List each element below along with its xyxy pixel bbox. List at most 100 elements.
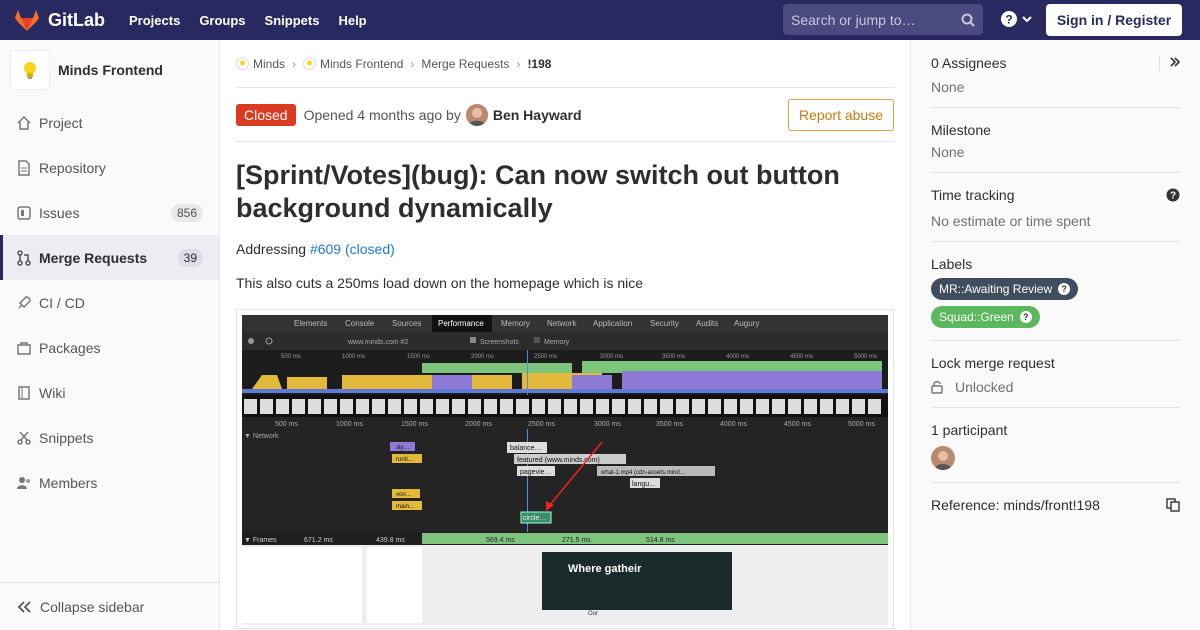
- frame-duration-label: 514.8 ms: [646, 537, 675, 544]
- participant-avatar[interactable]: [931, 446, 955, 470]
- mr-description-line2: This also cuts a 250ms load down on the …: [236, 275, 644, 291]
- question-circle-icon[interactable]: ?: [1166, 188, 1180, 202]
- addressing-text: Addressing: [236, 241, 307, 257]
- req-label: balance…: [510, 445, 542, 452]
- sidebar-item-label: Members: [39, 474, 98, 491]
- doc-icon: [16, 159, 32, 176]
- breadcrumb-minds[interactable]: Minds: [236, 57, 285, 71]
- timeline-tick-label: 500 ms: [275, 421, 298, 428]
- reference-block: Reference: minds/front!198: [931, 483, 1180, 513]
- issue-link[interactable]: #609 (closed): [310, 241, 395, 257]
- mr-status-row: Closed Opened 4 months ago by Ben Haywar…: [236, 88, 894, 142]
- mr-description-line1: Addressing #609 (closed): [236, 241, 894, 257]
- filmstrip-frame: [372, 399, 385, 414]
- sidebar-item-members[interactable]: Members: [0, 460, 219, 505]
- label-text: Squad::Green: [939, 310, 1014, 324]
- label-awaiting-review[interactable]: MR::Awaiting Review?: [931, 278, 1079, 300]
- sidebar-item-packages[interactable]: Packages: [0, 325, 219, 370]
- gitlab-tanuki-icon: [15, 10, 39, 31]
- milestone-value: None: [931, 144, 965, 160]
- breadcrumb-mr-id[interactable]: !198: [527, 57, 551, 71]
- filmstrip-frame: [692, 399, 705, 414]
- filmstrip-frame: [244, 399, 257, 414]
- help-dropdown[interactable]: ?: [1000, 10, 1033, 28]
- network-section-label: ▼ Network: [244, 433, 279, 440]
- mr-title: [Sprint/Votes](bug): Can now switch out …: [236, 160, 840, 223]
- overview-tick-label: 1500 ms: [407, 354, 430, 360]
- question-icon: ?: [1019, 311, 1032, 323]
- devtools-tab: Application: [593, 319, 632, 328]
- filmstrip-frame: [740, 399, 753, 414]
- frame-sub: Our: [588, 611, 598, 617]
- devtools-tab: Network: [547, 319, 577, 328]
- sidebar-item-merge-requests[interactable]: Merge Requests 39: [0, 235, 219, 280]
- filmstrip-frame: [340, 399, 353, 414]
- sidebar-item-project[interactable]: Project: [0, 100, 219, 145]
- right-sidebar: 0 Assignees None Milestone None Time tra…: [910, 40, 1200, 630]
- collapse-sidebar-button[interactable]: Collapse sidebar: [0, 582, 219, 630]
- embedded-screenshot[interactable]: Elements Console Sources Performance Memory N…: [236, 309, 894, 629]
- copy-icon[interactable]: [1166, 498, 1180, 512]
- sidebar-item-repository[interactable]: Repository: [0, 145, 219, 190]
- search-input[interactable]: Search or jump to…: [783, 4, 983, 35]
- svg-text:?: ?: [1005, 13, 1012, 27]
- timeline-tick-label: 4000 ms: [720, 421, 747, 428]
- sidebar-item-ci-cd[interactable]: CI / CD: [0, 280, 219, 325]
- filmstrip-frame: [356, 399, 369, 414]
- project-header[interactable]: Minds Frontend: [0, 40, 219, 100]
- filmstrip-frame: [660, 399, 673, 414]
- devtools-tab: Memory: [501, 319, 530, 328]
- timeline-tick-label: 1000 ms: [336, 421, 363, 428]
- report-abuse-button[interactable]: Report abuse: [787, 98, 894, 131]
- author-avatar[interactable]: [465, 103, 488, 126]
- lightbulb-icon: [24, 62, 36, 79]
- overview-tick-label: 4500 ms: [790, 354, 813, 360]
- sidebar-item-issues[interactable]: Issues 856: [0, 190, 219, 235]
- sidebar-item-snippets[interactable]: Snippets: [0, 415, 219, 460]
- nav-projects[interactable]: Projects: [129, 13, 180, 28]
- filmstrip-frame: [724, 399, 737, 414]
- top-navbar: GitLab Projects Groups Snippets Help Sea…: [0, 0, 1200, 40]
- filmstrip-frame: [420, 399, 433, 414]
- breadcrumb-merge-requests[interactable]: Merge Requests: [421, 57, 509, 71]
- filmstrip-frame: [532, 399, 545, 414]
- gitlab-logo[interactable]: GitLab: [14, 8, 114, 32]
- nav-help[interactable]: Help: [338, 13, 366, 28]
- project-name: Minds Frontend: [58, 62, 163, 78]
- lock-title: Lock merge request: [931, 355, 1055, 371]
- timeline-tick-label: 1500 ms: [401, 421, 428, 428]
- merge-request-icon: [16, 249, 32, 266]
- signin-register-button[interactable]: Sign in / Register: [1046, 4, 1182, 36]
- lightbulb-icon: [303, 57, 317, 70]
- status-badge: Closed: [236, 103, 296, 126]
- filmstrip-frame: [596, 399, 609, 414]
- sidebar-item-wiki[interactable]: Wiki: [0, 370, 219, 415]
- filmstrip-frame: [804, 399, 817, 414]
- chevron-down-icon: [1022, 16, 1032, 23]
- devtools-memory-label: Memory: [544, 339, 570, 346]
- sidebar-item-label: Packages: [39, 339, 101, 356]
- filmstrip-frame: [788, 399, 801, 414]
- frame-text: Where gatheir: [568, 563, 642, 575]
- participants-title: 1 participant: [931, 422, 1008, 438]
- label-squad-green[interactable]: Squad::Green?: [931, 306, 1040, 328]
- chevron-right-icon: ›: [410, 56, 415, 71]
- author-name[interactable]: Ben Hayward: [493, 107, 582, 123]
- breadcrumb-minds-frontend[interactable]: Minds Frontend: [303, 57, 403, 71]
- filmstrip-frame: [260, 399, 273, 414]
- timeline-tick-label: 2000 ms: [465, 421, 492, 428]
- scissors-icon: [16, 430, 32, 446]
- filmstrip-frame: [820, 399, 833, 414]
- filmstrip-frame: [836, 399, 849, 414]
- filmstrip-frame: [308, 399, 321, 414]
- devtools-tab: Augury: [734, 319, 759, 328]
- nav-groups[interactable]: Groups: [199, 13, 245, 28]
- nav-snippets[interactable]: Snippets: [265, 13, 320, 28]
- lightbulb-icon: [236, 57, 249, 70]
- lock-value: Unlocked: [955, 379, 1014, 395]
- req-label: circle…: [523, 515, 546, 522]
- search-placeholder: Search or jump to…: [791, 11, 916, 28]
- timeline-tick-label: 5000 ms: [848, 421, 875, 428]
- overview-tick-label: 5000 ms: [854, 354, 877, 360]
- collapse-right-sidebar-icon[interactable]: [1159, 55, 1181, 71]
